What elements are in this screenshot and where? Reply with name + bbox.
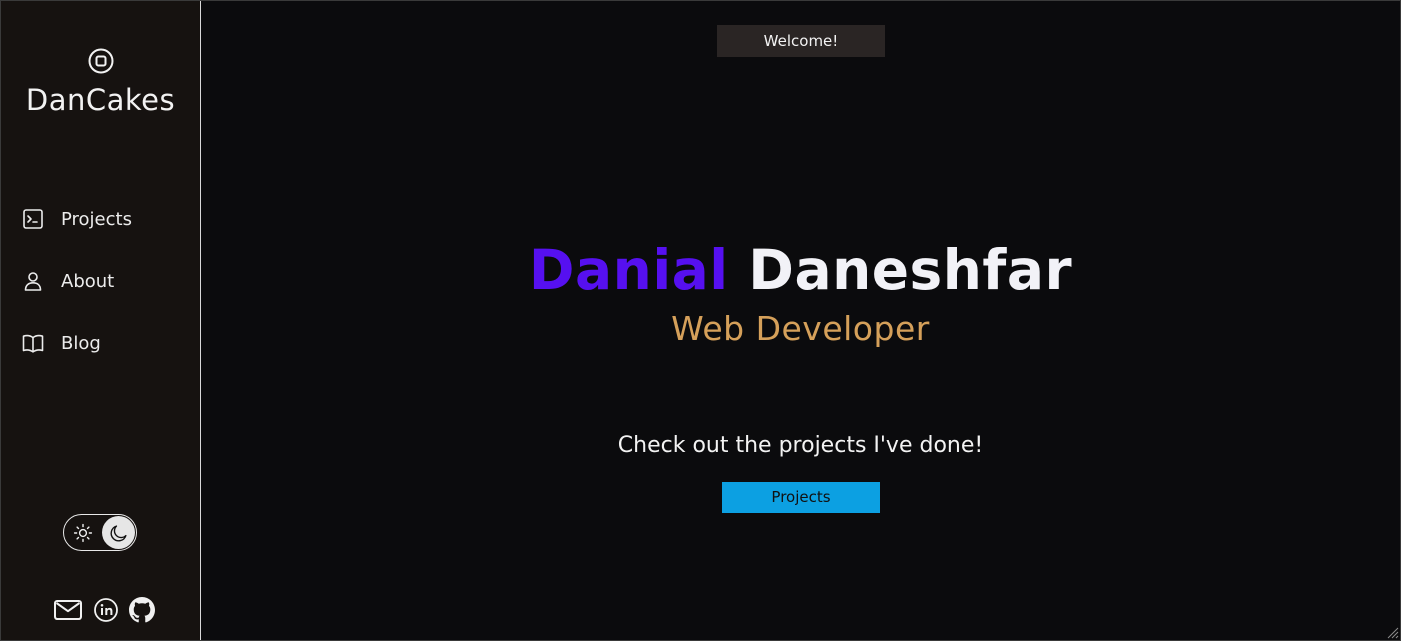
theme-toggle-knob bbox=[102, 516, 135, 549]
sidebar-nav: Projects About Blog bbox=[1, 197, 200, 383]
linkedin-icon bbox=[94, 598, 118, 622]
projects-button[interactable]: Projects bbox=[722, 482, 880, 513]
moon-icon bbox=[110, 524, 127, 541]
hero-name: Danial Daneshfar bbox=[201, 237, 1400, 303]
sidebar-item-label: About bbox=[61, 270, 115, 292]
main-content: Welcome! Danial Daneshfar Web Developer … bbox=[201, 1, 1400, 640]
sidebar: DanCakes Projects About Blog bbox=[1, 1, 201, 640]
app-window: DanCakes Projects About Blog Welcome! Da… bbox=[0, 0, 1401, 641]
sidebar-item-blog[interactable]: Blog bbox=[1, 321, 200, 365]
sidebar-item-label: Projects bbox=[61, 208, 132, 230]
email-link[interactable] bbox=[53, 598, 83, 622]
first-name: Danial bbox=[528, 238, 729, 302]
last-name: Daneshfar bbox=[748, 238, 1073, 302]
hero: Danial Daneshfar Web Developer bbox=[201, 237, 1400, 349]
brand-logo[interactable]: DanCakes bbox=[1, 47, 200, 117]
brand-name: DanCakes bbox=[25, 83, 176, 117]
linkedin-link[interactable] bbox=[93, 597, 119, 623]
sun-icon bbox=[73, 523, 93, 543]
cta-text: Check out the projects I've done! bbox=[617, 433, 984, 458]
logo-icon bbox=[88, 48, 113, 74]
sidebar-item-projects[interactable]: Projects bbox=[1, 197, 200, 241]
hero-role: Web Developer bbox=[671, 309, 930, 348]
welcome-banner: Welcome! bbox=[717, 25, 885, 57]
sidebar-item-label: Blog bbox=[61, 332, 101, 354]
resize-grip-icon[interactable] bbox=[1385, 625, 1399, 639]
social-links bbox=[53, 597, 165, 623]
book-open-icon bbox=[22, 334, 44, 353]
email-icon bbox=[54, 600, 82, 620]
sidebar-item-about[interactable]: About bbox=[1, 259, 200, 303]
github-icon bbox=[129, 597, 155, 623]
github-link[interactable] bbox=[129, 597, 155, 623]
theme-toggle[interactable] bbox=[63, 514, 137, 551]
terminal-icon bbox=[23, 209, 43, 229]
user-icon bbox=[24, 272, 42, 291]
